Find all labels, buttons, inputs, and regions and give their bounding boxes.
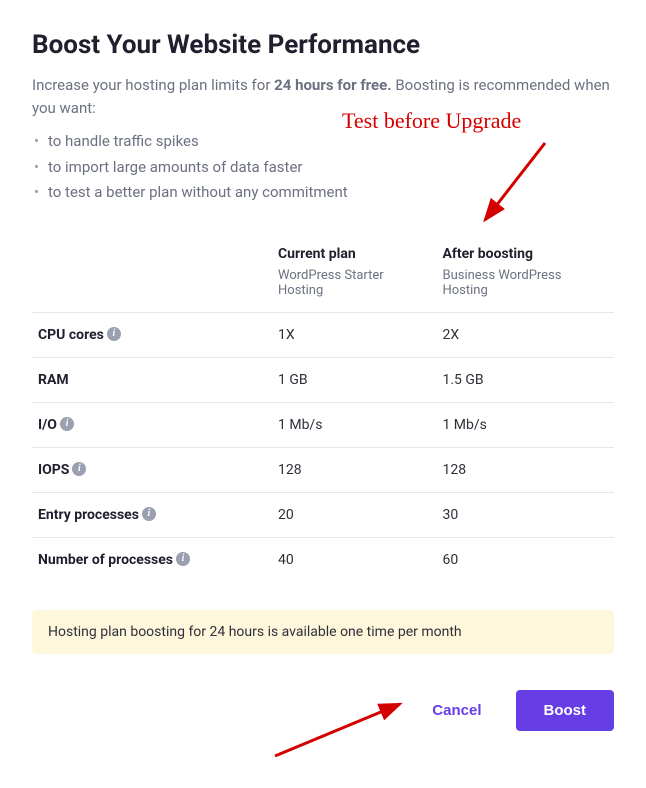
list-item: to import large amounts of data faster <box>48 155 614 181</box>
notice-banner: Hosting plan boosting for 24 hours is av… <box>32 610 614 654</box>
row-boosted-value: 1.5 GB <box>436 357 614 402</box>
actions-row: Cancel Boost <box>32 690 614 731</box>
table-row: Number of processesi4060 <box>32 537 614 582</box>
list-item: to handle traffic spikes <box>48 129 614 155</box>
table-row: IOPSi128128 <box>32 447 614 492</box>
table-row: Entry processesi2030 <box>32 492 614 537</box>
intro-pre: Increase your hosting plan limits for <box>32 76 274 94</box>
comparison-table: Current plan After boosting WordPress St… <box>32 232 614 582</box>
row-current-value: 1 Mb/s <box>272 402 436 447</box>
row-current-value: 128 <box>272 447 436 492</box>
row-boosted-value: 60 <box>436 537 614 582</box>
row-label: CPU coresi <box>32 312 272 357</box>
list-item: to test a better plan without any commit… <box>48 180 614 206</box>
column-boosted-header: After boosting <box>436 232 614 266</box>
row-boosted-value: 128 <box>436 447 614 492</box>
info-icon[interactable]: i <box>72 462 86 476</box>
boost-button[interactable]: Boost <box>516 690 615 731</box>
row-boosted-value: 1 Mb/s <box>436 402 614 447</box>
row-label: IOPSi <box>32 447 272 492</box>
row-boosted-value: 2X <box>436 312 614 357</box>
info-icon[interactable]: i <box>142 507 156 521</box>
column-current-header: Current plan <box>272 232 436 266</box>
intro-text: Increase your hosting plan limits for 24… <box>32 74 614 119</box>
row-current-value: 1X <box>272 312 436 357</box>
info-icon[interactable]: i <box>176 552 190 566</box>
info-icon[interactable]: i <box>107 327 121 341</box>
row-label: RAM <box>32 357 272 402</box>
row-current-value: 40 <box>272 537 436 582</box>
row-label: Entry processesi <box>32 492 272 537</box>
column-current-plan: WordPress Starter Hosting <box>272 266 436 313</box>
cancel-button[interactable]: Cancel <box>422 690 491 731</box>
info-icon[interactable]: i <box>60 417 74 431</box>
table-row: I/Oi1 Mb/s1 Mb/s <box>32 402 614 447</box>
reasons-list: to handle traffic spikes to import large… <box>32 129 614 206</box>
column-boosted-plan: Business WordPress Hosting <box>436 266 614 313</box>
row-current-value: 20 <box>272 492 436 537</box>
row-boosted-value: 30 <box>436 492 614 537</box>
intro-bold: 24 hours for free. <box>274 76 391 94</box>
table-row: RAM1 GB1.5 GB <box>32 357 614 402</box>
row-label: I/Oi <box>32 402 272 447</box>
table-row: CPU coresi1X2X <box>32 312 614 357</box>
row-label: Number of processesi <box>32 537 272 582</box>
row-current-value: 1 GB <box>272 357 436 402</box>
page-title: Boost Your Website Performance <box>32 30 614 60</box>
